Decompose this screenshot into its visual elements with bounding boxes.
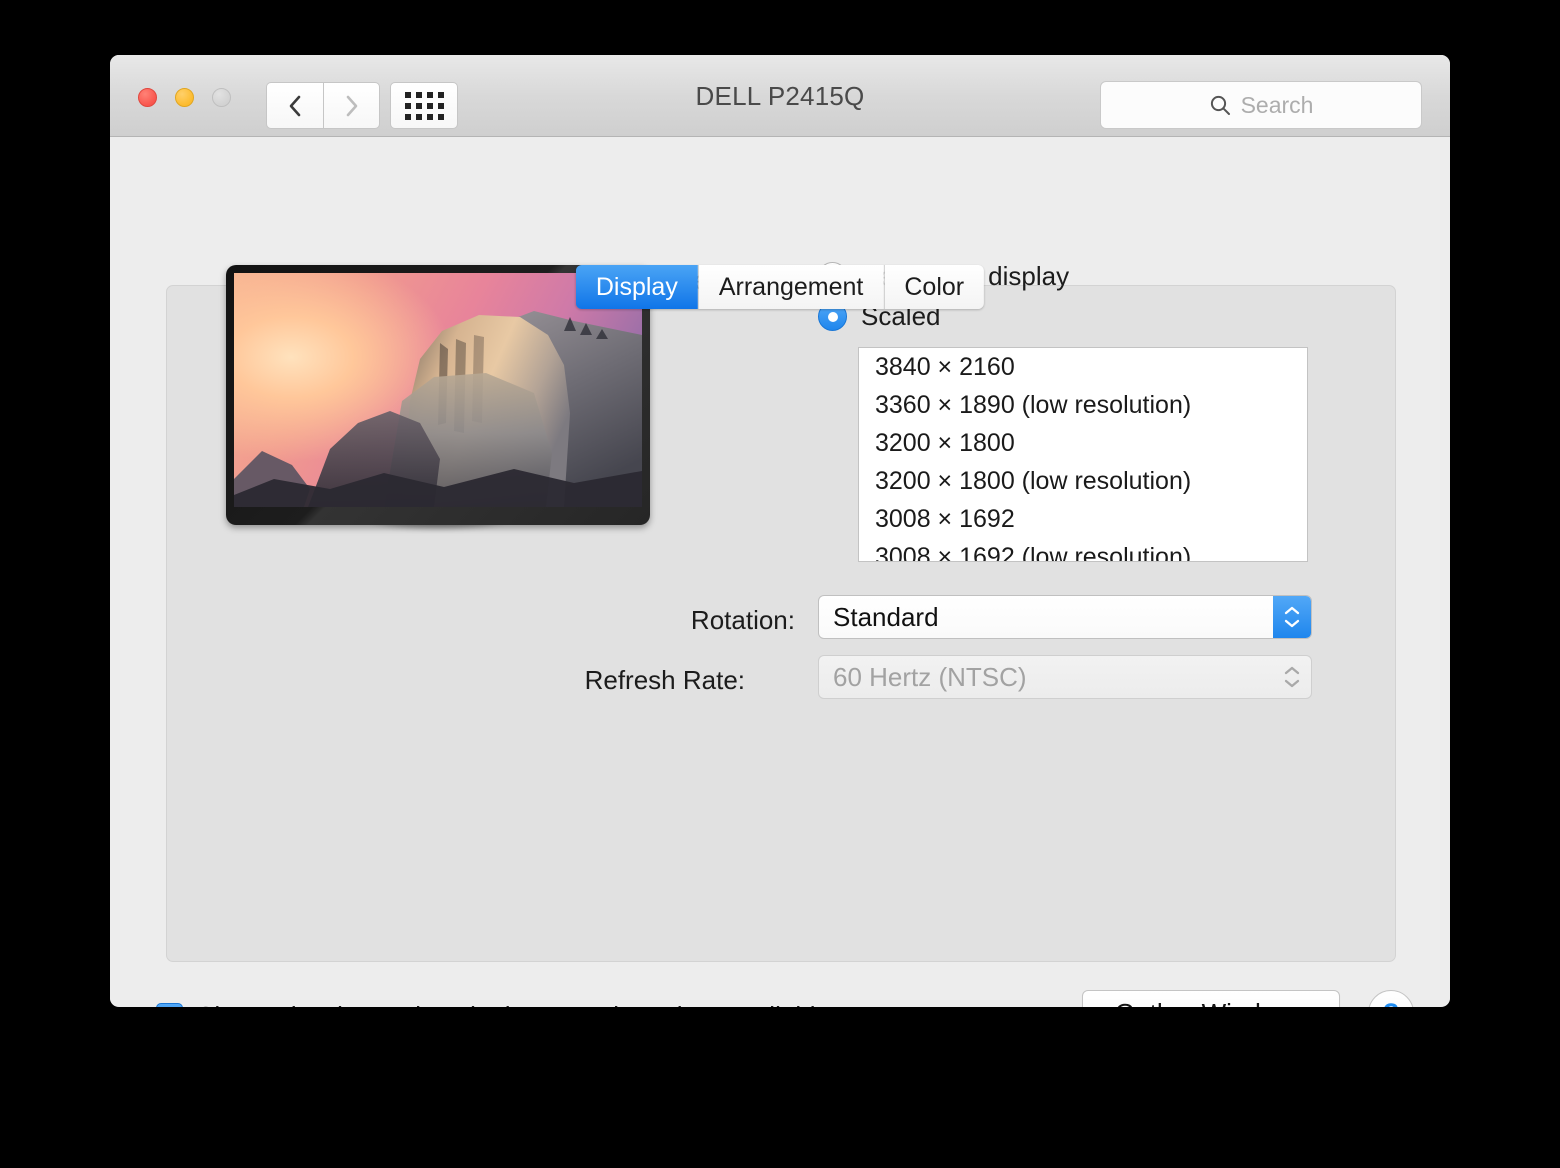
window-titlebar: DELL P2415Q Search — [110, 55, 1450, 137]
chevron-down-icon — [1283, 678, 1301, 689]
tab-display-label: Display — [596, 273, 678, 302]
refresh-rate-label: Refresh Rate: — [545, 665, 745, 696]
refresh-rate-stepper — [1273, 656, 1311, 698]
chevron-up-icon — [1283, 605, 1301, 616]
resolution-list-item[interactable]: 3360 × 1890 (low resolution) — [859, 386, 1307, 424]
resolution-list-item[interactable]: 3008 × 1692 (low resolution) — [859, 538, 1307, 562]
tab-color-label: Color — [904, 273, 964, 302]
rotation-label: Rotation: — [595, 605, 795, 636]
resolution-list-item[interactable]: 3200 × 1800 — [859, 424, 1307, 462]
tab-display[interactable]: Display — [576, 265, 699, 309]
resolution-list-item[interactable]: 3840 × 2160 — [859, 348, 1307, 386]
resolution-list-item[interactable]: 3008 × 1692 — [859, 500, 1307, 538]
chevron-down-icon — [1283, 618, 1301, 629]
search-placeholder: Search — [1241, 92, 1314, 119]
tab-color[interactable]: Color — [884, 265, 984, 309]
mirroring-checkbox-label: Show mirroring options in the menu bar w… — [197, 1001, 830, 1007]
mirroring-checkbox[interactable] — [156, 1003, 183, 1007]
search-icon — [1209, 94, 1231, 116]
gather-windows-button[interactable]: Gather Windows — [1082, 990, 1340, 1007]
display-preferences-window: DELL P2415Q Search Display Arrangement C… — [110, 55, 1450, 1007]
help-button[interactable]: ? — [1368, 990, 1414, 1007]
mirroring-checkbox-row[interactable]: Show mirroring options in the menu bar w… — [156, 1001, 830, 1007]
window-body: Display Arrangement Color — [110, 137, 1450, 1006]
chevron-up-icon — [1283, 665, 1301, 676]
refresh-rate-value: 60 Hertz (NTSC) — [819, 662, 1273, 693]
resolution-list-item[interactable]: 3200 × 1800 (low resolution) — [859, 462, 1307, 500]
tab-bar: Display Arrangement Color — [576, 265, 984, 309]
help-icon: ? — [1383, 998, 1400, 1008]
tab-arrangement[interactable]: Arrangement — [699, 265, 885, 309]
gather-windows-label: Gather Windows — [1115, 998, 1307, 1007]
tab-arrangement-label: Arrangement — [719, 273, 864, 302]
refresh-rate-dropdown: 60 Hertz (NTSC) — [818, 655, 1312, 699]
resolution-list[interactable]: 3840 × 2160 3360 × 1890 (low resolution)… — [858, 347, 1308, 562]
search-field[interactable]: Search — [1100, 81, 1422, 129]
rotation-value: Standard — [819, 602, 1273, 633]
rotation-dropdown[interactable]: Standard — [818, 595, 1312, 639]
rotation-stepper[interactable] — [1273, 596, 1311, 638]
